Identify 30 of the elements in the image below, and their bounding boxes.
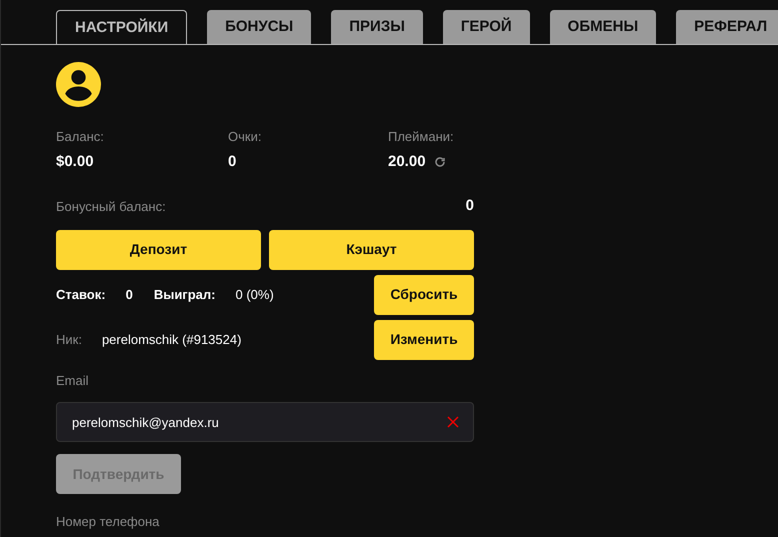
stat-value: $0.00 [56,152,94,172]
action-button[interactable]: Кэшаут [269,230,474,270]
stat-label: Очки: [228,128,262,146]
bets-value: 0 [126,286,133,304]
won-value: 0 (0%) [235,286,274,304]
nick-value: perelomschik (#913524) [102,330,242,349]
nick-label: Ник: [56,330,82,349]
bonus-balance-value: 0 [466,196,474,216]
won-label: Выиграл: [154,286,216,304]
action-button[interactable]: Депозит [56,230,261,270]
stat-label: Плеймани: [388,128,455,146]
email-label: Email [56,372,90,390]
tab[interactable]: ОБМЕНЫ [550,10,656,44]
change-button[interactable]: Изменить [374,320,474,360]
tab[interactable]: ПРИЗЫ [331,10,423,44]
stat-value: 20.00 [388,152,426,172]
user-avatar-icon [56,62,101,107]
bets-label: Ставок: [56,286,106,304]
clear-icon[interactable] [447,416,459,428]
reset-button[interactable]: Сбросить [374,274,474,314]
tab[interactable]: ГЕРОЙ [442,10,530,44]
tab[interactable]: РЕФЕРАЛ [676,10,778,44]
phone-label: Номер телефона [56,513,160,531]
stat-label: Баланс: [56,128,105,146]
tab[interactable]: НАСТРОЙКИ [56,10,188,44]
email-field[interactable]: perelomschik@yandex.ru [56,402,474,442]
stat-value: 0 [228,152,236,172]
tab[interactable]: БОНУСЫ [207,10,312,44]
refresh-icon[interactable] [434,156,446,168]
bonus-balance-label: Бонусный баланс: [56,198,166,216]
